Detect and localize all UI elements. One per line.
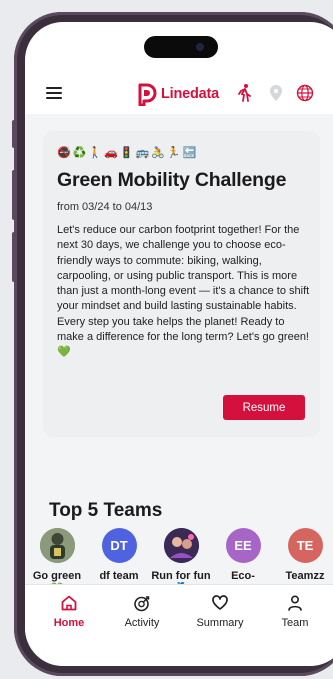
nav-activity[interactable]: Activity [107, 593, 177, 629]
team-photo-icon [163, 528, 199, 563]
location-pin-icon[interactable] [266, 83, 286, 103]
back-arrow-icon: 🔙 [182, 147, 197, 159]
challenge-dates: from 03/24 to 04/13 [57, 201, 153, 213]
mute-switch [12, 120, 16, 148]
cyclist-icon: 🚴 [151, 147, 165, 159]
no-smoking-icon: 🚭 [57, 147, 71, 159]
car-icon: 🚗 [104, 147, 118, 159]
nav-label: Summary [196, 617, 244, 629]
nav-label: Team [281, 617, 309, 629]
main-content: 🚭 ♻️ 🚶 🚗 🚦 🚌 🚴 🏃 🔙 Green Mobility Challe… [25, 114, 333, 595]
hamburger-menu-icon[interactable] [46, 87, 62, 99]
nav-label: Activity [124, 617, 160, 629]
activity-icon [134, 596, 150, 612]
team-avatar: TE [287, 528, 323, 563]
team-photo-icon [39, 528, 75, 563]
challenge-title: Green Mobility Challenge [57, 169, 287, 191]
nav-label: Home [53, 617, 85, 629]
runner-icon: 🏃 [166, 147, 181, 159]
walking-icon[interactable] [235, 83, 255, 103]
volume-up-button [12, 170, 16, 220]
bottom-nav: Home Activity Summary Team [25, 584, 333, 666]
nav-home[interactable]: Home [34, 593, 104, 629]
nav-team[interactable]: Team [260, 593, 330, 629]
brand-name: Linedata [161, 86, 220, 102]
top-teams-title: Top 5 Teams [49, 500, 163, 521]
app-header: Linedata [25, 77, 333, 111]
brand-logo: Linedata [135, 80, 219, 108]
recycle-icon: ♻️ [72, 147, 87, 159]
team-name: Teamzz [285, 570, 325, 582]
bus-icon: 🚌 [135, 147, 150, 159]
team-item[interactable]: DT df team [89, 528, 149, 583]
home-icon [61, 595, 77, 611]
volume-down-button [12, 232, 16, 282]
challenge-description: Let's reduce our carbon footprint togeth… [57, 224, 310, 359]
heart-icon [212, 595, 228, 610]
team-icon [288, 595, 302, 611]
team-name: df team [99, 570, 139, 582]
pedestrian-icon: 🚶 [88, 147, 103, 159]
team-avatar: DT [101, 528, 137, 563]
challenge-card[interactable]: 🚭 ♻️ 🚶 🚗 🚦 🚌 🚴 🏃 🔙 Green Mobility Challe… [43, 131, 320, 437]
globe-icon[interactable] [295, 83, 315, 103]
team-avatar [39, 528, 75, 563]
traffic-light-icon: 🚦 [119, 147, 134, 159]
phone-screen: Linedata 🚭 ♻️ 🚶 🚗 🚦 🚌 🚴 🏃 🔙 Green Mobili… [25, 22, 333, 666]
linedata-logo-icon [138, 83, 157, 106]
emoji-row: 🚭 ♻️ 🚶 🚗 🚦 🚌 🚴 🏃 🔙 [57, 145, 196, 161]
nav-summary[interactable]: Summary [185, 593, 255, 629]
resume-button[interactable]: Resume [223, 395, 305, 420]
dynamic-island [144, 36, 218, 58]
team-avatar: EE [225, 528, 261, 563]
team-avatar [163, 528, 199, 563]
team-item[interactable]: TE Teamzz [275, 528, 333, 583]
